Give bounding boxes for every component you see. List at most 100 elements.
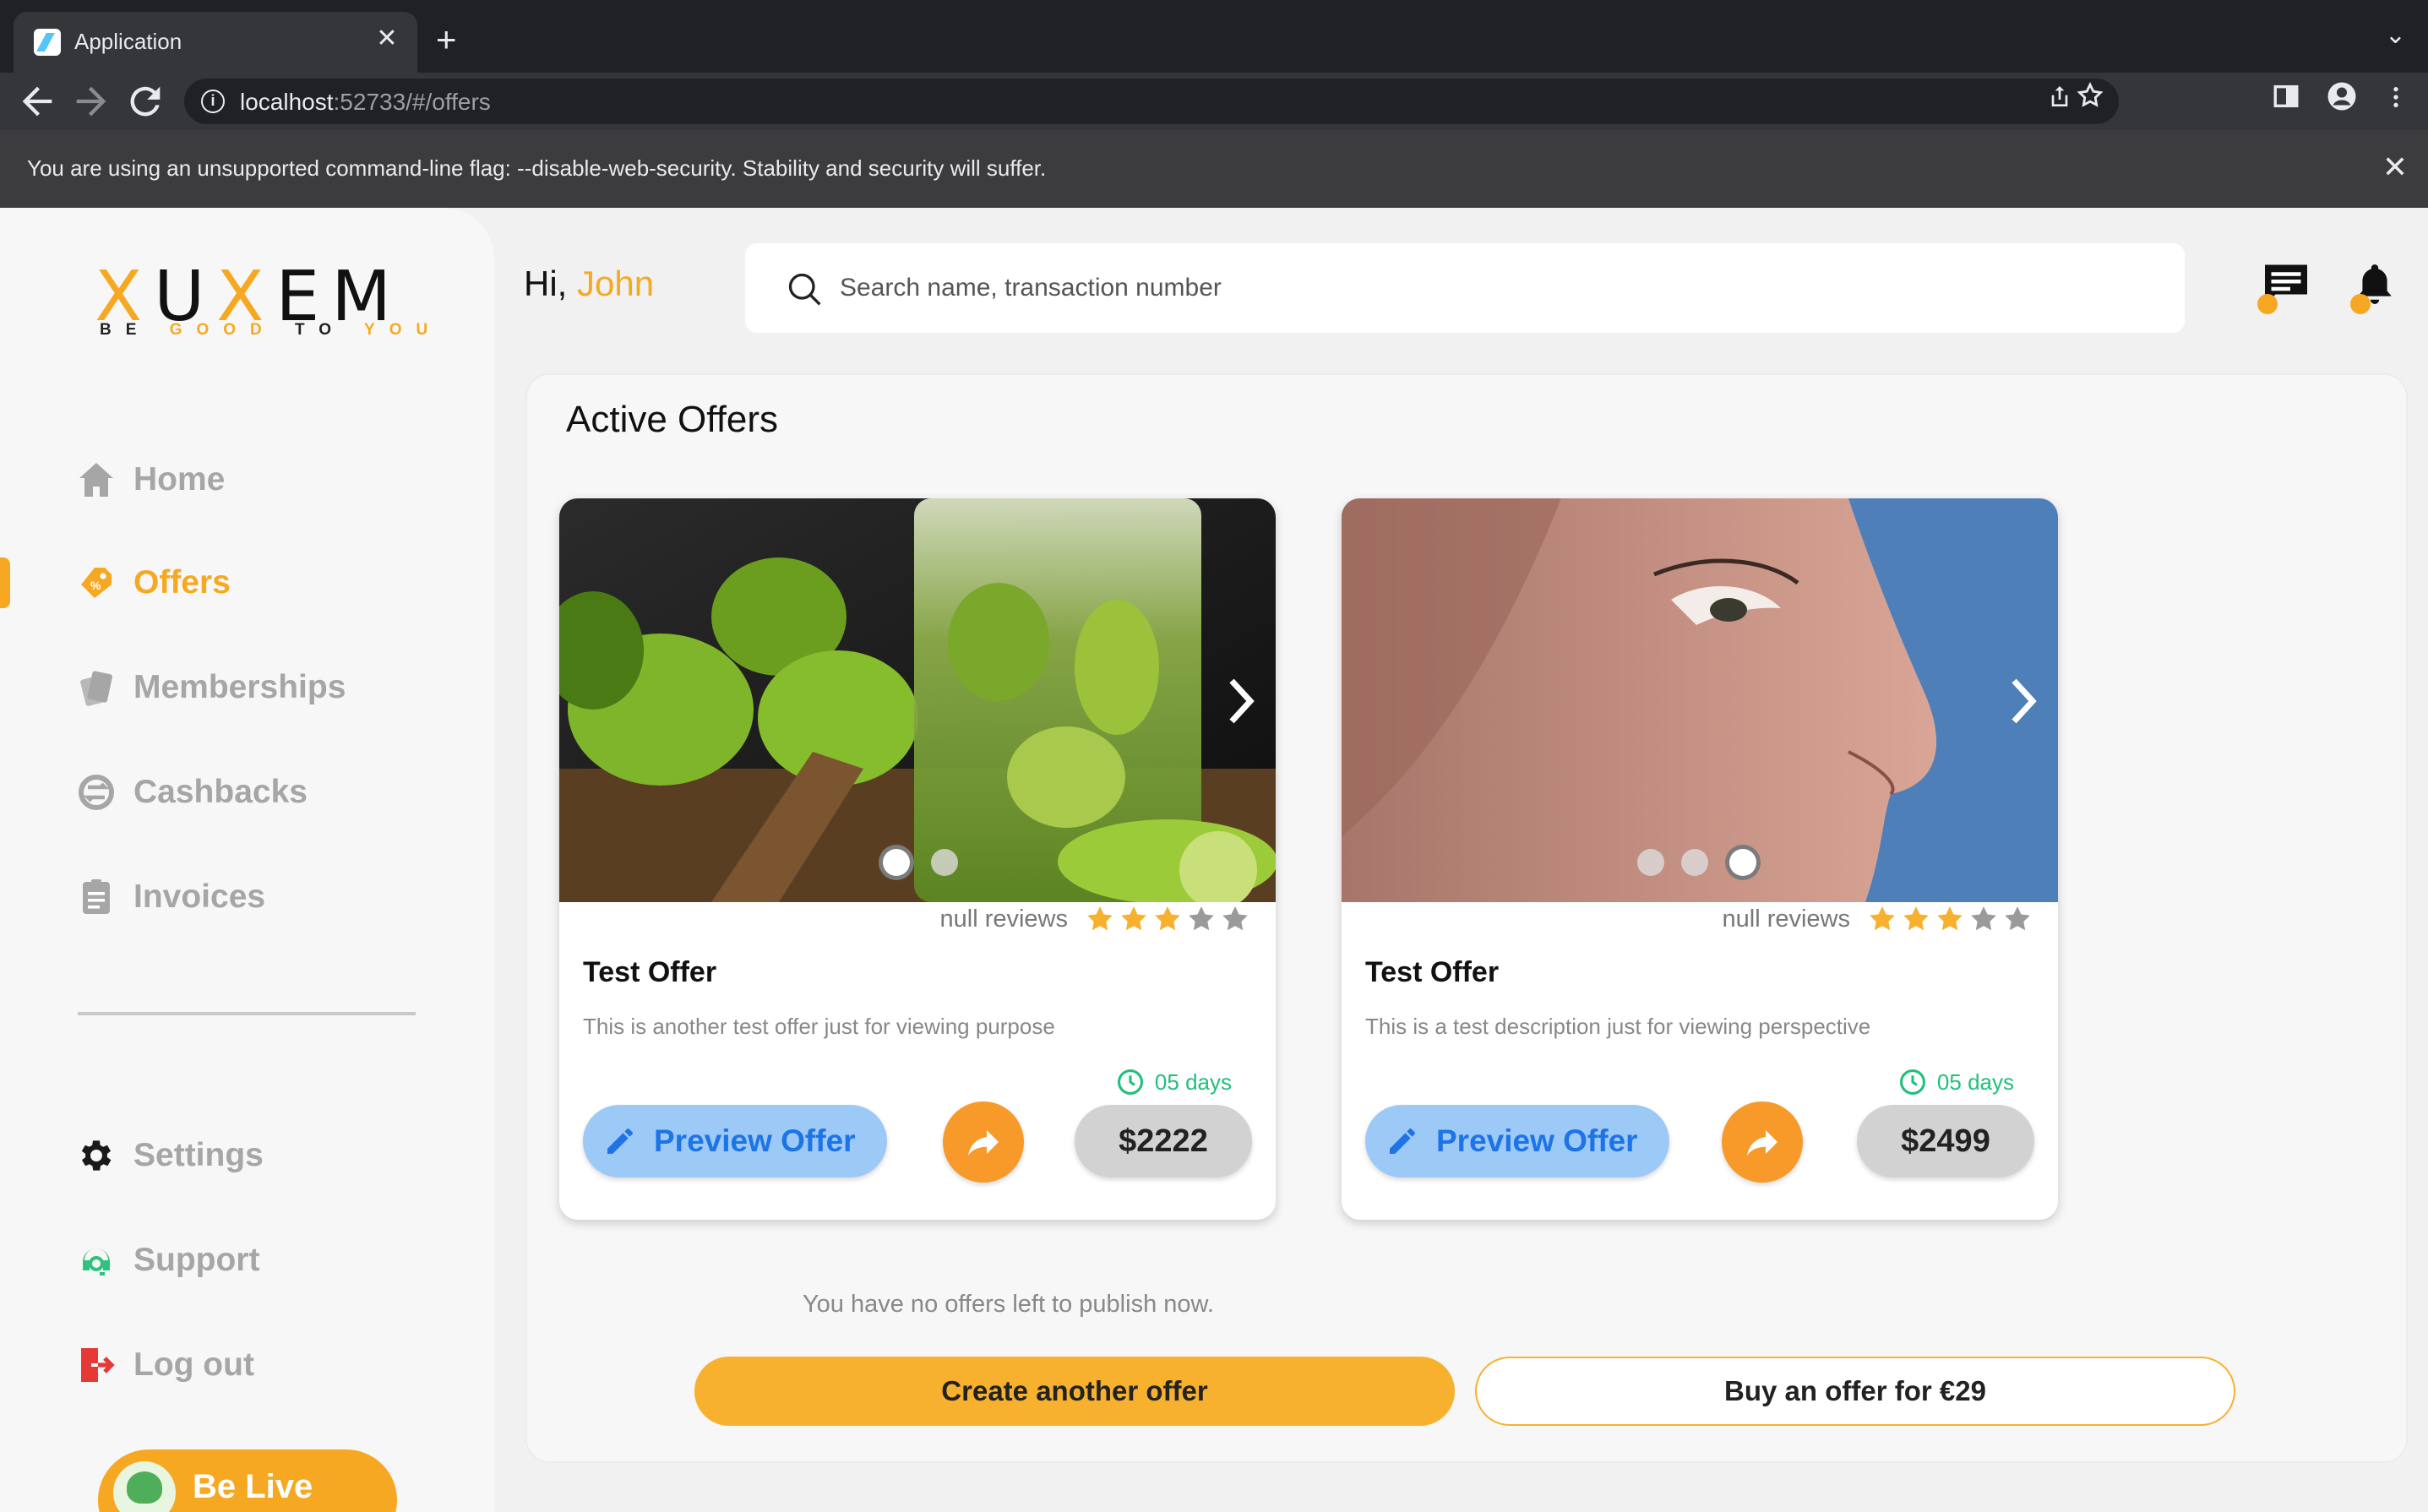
star-empty-icon [1971,906,1996,931]
back-button[interactable] [15,79,59,123]
search-bar[interactable] [745,243,2185,333]
offer-title: Test Offer [1365,956,1500,988]
star-filled-icon [1937,906,1963,931]
offer-card[interactable]: null reviews Test Offer This is another … [559,498,1276,1220]
carousel-next-icon[interactable] [2007,676,2041,726]
infobar-close-icon[interactable]: ✕ [2382,149,2408,186]
star-filled-icon [1087,906,1113,931]
search-icon [788,273,821,306]
clock-icon [1899,1069,1925,1096]
no-offers-message: You have no offers left to publish now. [803,1291,1214,1318]
share-arrow-icon [1747,1130,1777,1156]
messages-notification-dot [2257,294,2278,314]
carousel-next-icon[interactable] [1225,676,1259,726]
site-info-icon[interactable]: i [201,90,225,113]
tab-search-dropdown-icon[interactable]: ⌄ [2385,20,2406,50]
sidebar-item-label: Memberships [133,669,346,705]
sidebar-item-settings[interactable]: Settings [76,1129,264,1183]
home-icon [76,460,117,500]
buy-offer-button[interactable]: Buy an offer for €29 [1475,1357,2235,1426]
preview-offer-button[interactable]: Preview Offer [1365,1105,1669,1178]
sidebar-item-label: Settings [133,1137,264,1173]
sidebar-item-cashbacks[interactable]: Cashbacks [76,765,308,819]
svg-text:%: % [90,579,101,592]
flutter-favicon-icon [34,29,61,56]
star-filled-icon [1155,906,1180,931]
validity-text: 05 days [1936,1069,2014,1095]
messages-button[interactable] [2257,260,2318,318]
tagline-you: YOU [364,321,443,339]
browser-tab[interactable]: Application ✕ [14,12,417,73]
tab-close-icon[interactable]: ✕ [370,22,404,56]
offer-reviews: null reviews [940,904,1251,934]
carousel-dot[interactable] [879,845,914,880]
reviews-text: null reviews [939,905,1069,933]
page-title: Active Offers [566,399,779,440]
unsupported-flag-infobar: You are using an unsupported command-lin… [0,130,2428,208]
sidebar-item-invoices[interactable]: Invoices [76,870,265,924]
share-offer-button[interactable] [1722,1101,1803,1183]
be-live-button[interactable]: Be Live [98,1449,397,1512]
greeting-prefix: Hi, [524,264,577,303]
memberships-cards-icon [76,667,117,708]
share-offer-button[interactable] [943,1101,1024,1183]
woman-profile-image [1342,498,2058,902]
pencil-icon [607,1129,633,1154]
sidebar-item-memberships[interactable]: Memberships [76,661,346,715]
search-input[interactable] [840,269,2107,307]
preview-offer-label: Preview Offer [654,1123,856,1158]
reload-button[interactable] [123,79,167,123]
carousel-dot[interactable] [1637,849,1664,876]
sidebar: XUXEM BE GOOD TO YOU Home % Offers Membe… [0,208,494,1512]
carousel-dot[interactable] [1725,845,1761,880]
carousel-dot[interactable] [931,849,958,876]
create-offer-button[interactable]: Create another offer [694,1357,1455,1426]
forward-button[interactable] [69,79,113,123]
preview-offer-label: Preview Offer [1436,1123,1638,1158]
sidebar-item-support[interactable]: Support [76,1233,259,1287]
star-empty-icon [2005,906,2030,931]
back-icon [22,86,52,117]
star-filled-icon [1870,906,1895,931]
preview-offer-button[interactable]: Preview Offer [583,1105,887,1178]
bookmark-star-icon[interactable] [2070,80,2110,121]
notifications-button[interactable] [2350,260,2411,318]
logout-icon [76,1345,117,1385]
star-filled-icon [1903,906,1929,931]
offers-tag-icon: % [76,563,117,603]
reload-icon [130,86,161,117]
sidebar-item-label: Invoices [133,878,266,915]
notifications-dot [2350,294,2371,314]
profile-icon[interactable] [2322,81,2362,122]
offer-validity: 05 days [1116,1068,1232,1096]
carousel-dot[interactable] [1681,849,1708,876]
sidebar-item-offers[interactable]: % Offers [76,556,231,610]
lime-drink-image [559,498,1276,902]
offer-image-carousel[interactable] [1342,498,2058,902]
active-nav-indicator [0,557,10,608]
offer-image-carousel[interactable] [559,498,1276,902]
forward-icon [76,86,106,117]
url-path: :52733/#/offers [333,89,491,115]
browser-tab-strip: Application ✕ + ⌄ [0,0,2428,73]
tagline-to: TO [275,321,365,339]
tagline-be: BE [100,321,170,339]
sidebar-item-label: Log out [133,1346,254,1383]
sidebar-item-label: Support [133,1242,260,1278]
star-empty-icon [1189,906,1214,931]
sidebar-item-label: Cashbacks [133,774,308,810]
sidebar-item-home[interactable]: Home [76,453,225,507]
browser-toolbar: i localhost:52733/#/offers [0,73,2428,130]
star-empty-icon [1222,906,1248,931]
reviews-text: null reviews [1722,905,1851,933]
share-arrow-icon [968,1130,999,1156]
sidebar-item-label: Home [133,461,226,498]
address-bar[interactable]: i localhost:52733/#/offers [184,79,2119,124]
offer-card[interactable]: null reviews Test Offer This is a test d… [1342,498,2058,1220]
menu-icon[interactable] [2376,81,2416,122]
new-tab-button[interactable]: + [436,19,457,61]
offer-reviews: null reviews [1723,904,2033,934]
sidebar-item-logout[interactable]: Log out [76,1338,254,1392]
infobar-message: You are using an unsupported command-lin… [27,155,1047,181]
side-panel-icon[interactable] [2266,81,2306,122]
